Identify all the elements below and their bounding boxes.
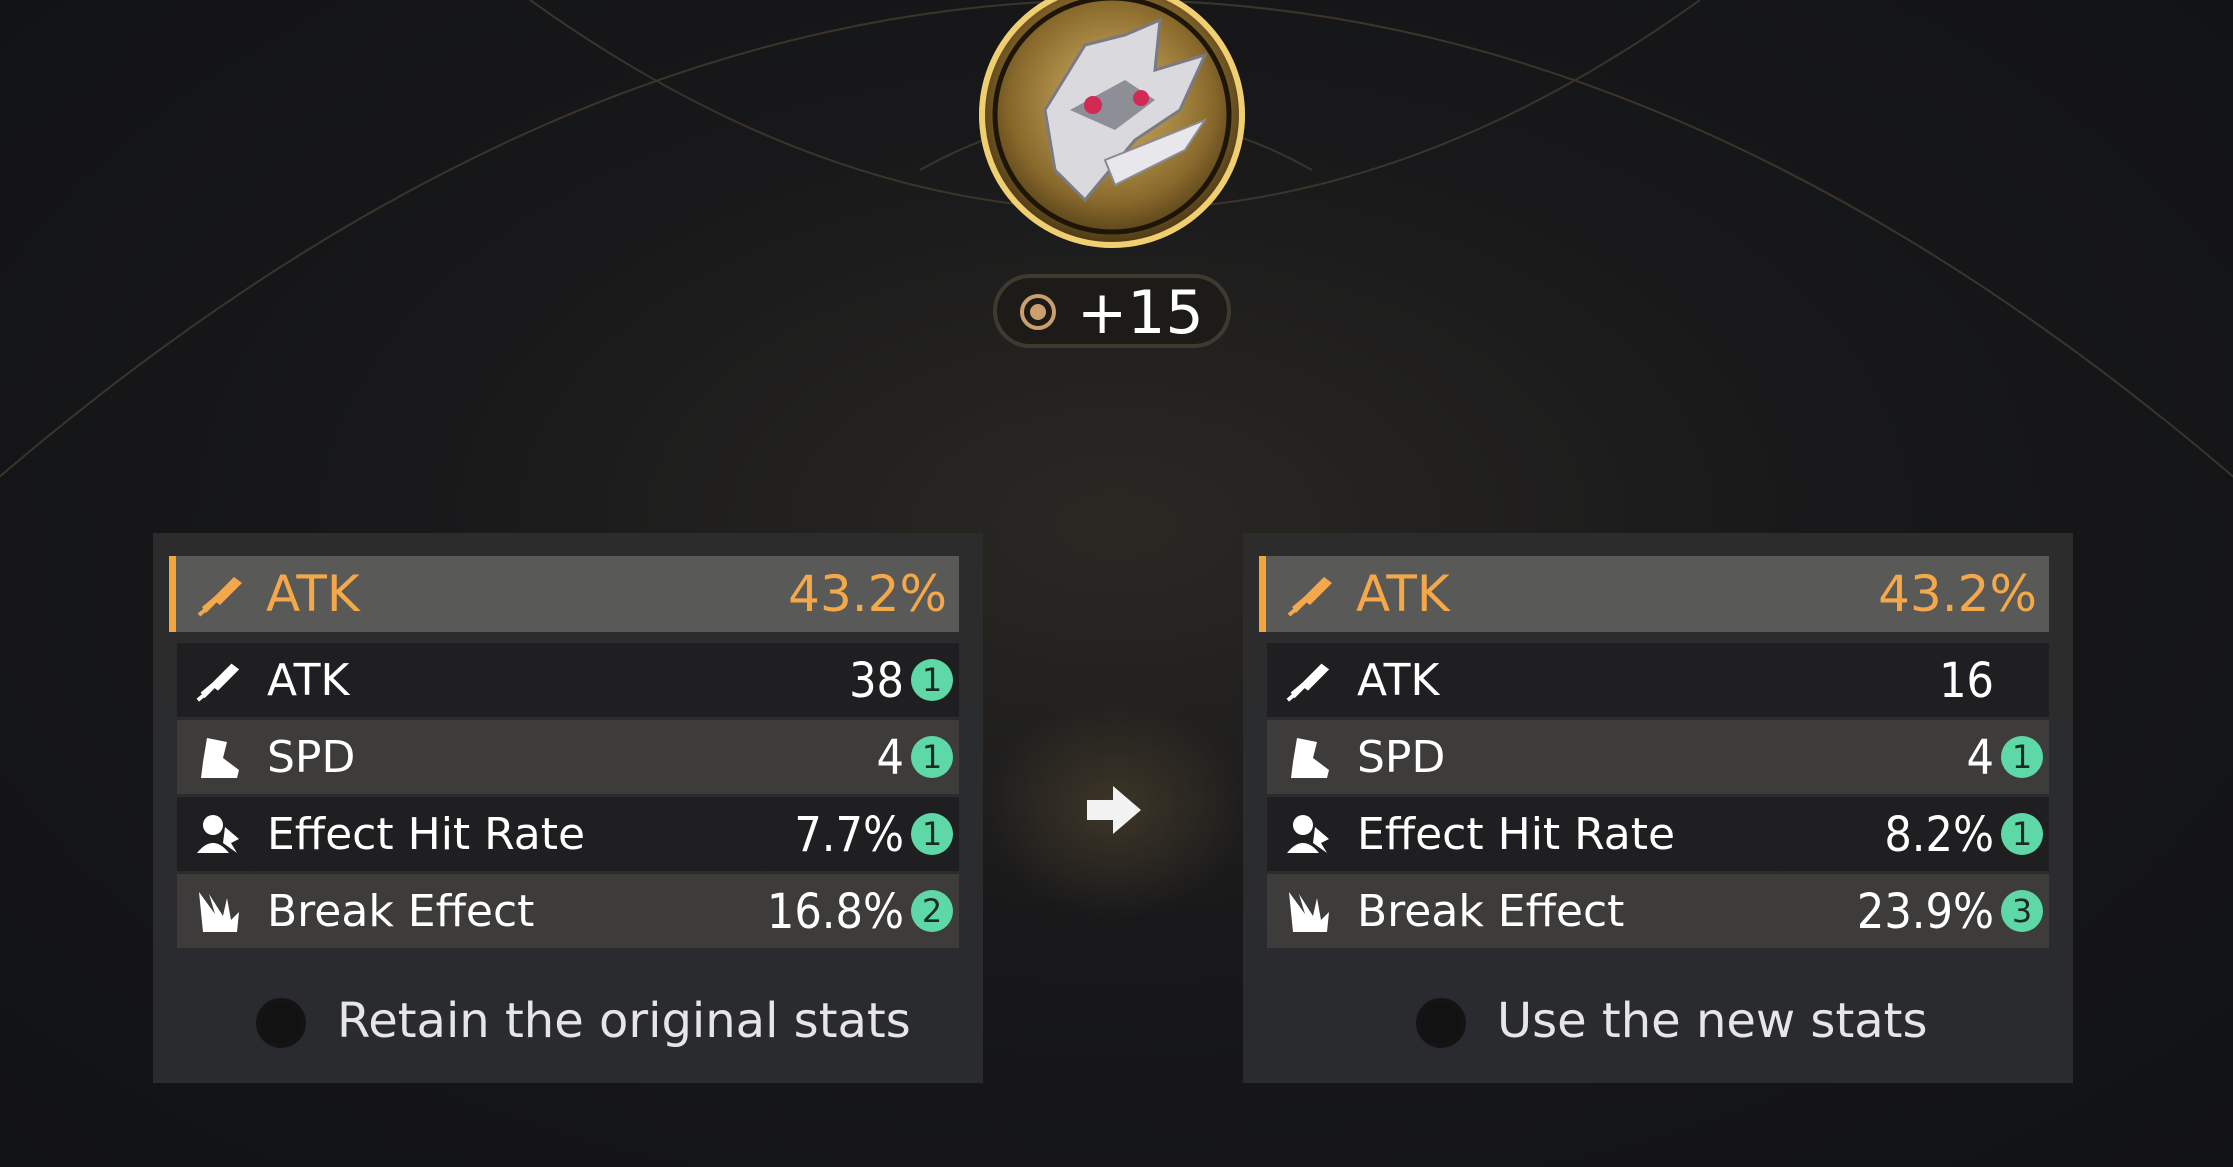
sub-stat-name: Effect Hit Rate — [267, 809, 586, 860]
main-stat-row: ATK 43.2% — [1259, 556, 2049, 632]
sub-stat-row: Break Effect 23.9% 3 — [1267, 874, 2049, 948]
effect-hit-icon — [1287, 815, 1329, 853]
sub-stat-name: SPD — [267, 732, 356, 783]
radio-button[interactable] — [256, 998, 306, 1048]
original-stats-panel[interactable]: ATK 43.2% ATK 38 1 SPD 4 1 Effect Hit Ra… — [153, 533, 983, 1083]
break-icon — [199, 892, 239, 932]
use-new-option[interactable]: Use the new stats — [1243, 983, 2073, 1063]
sub-stat-name: ATK — [1357, 655, 1440, 706]
roll-count-badge: 1 — [2001, 736, 2043, 778]
sub-stat-value: 4 — [1966, 730, 1994, 786]
main-stat-value: 43.2% — [788, 565, 947, 623]
roll-count-badge: 1 — [911, 813, 953, 855]
boot-icon — [201, 738, 239, 778]
arrow-right-icon — [1087, 786, 1141, 834]
sub-stat-value: 4 — [876, 730, 904, 786]
boot-icon — [1291, 738, 1329, 778]
sub-stat-name: ATK — [267, 655, 350, 706]
sword-icon — [1287, 577, 1332, 617]
main-stat-value: 43.2% — [1878, 565, 2037, 623]
main-stat-name: ATK — [266, 565, 360, 623]
sword-icon — [1286, 663, 1330, 702]
sub-stat-value: 16 — [1939, 653, 1994, 709]
sub-stat-value: 38 — [849, 653, 904, 709]
main-stat-row: ATK 43.2% — [169, 556, 959, 632]
new-stats-panel[interactable]: ATK 43.2% ATK 16 SPD 4 1 Effect Hit Rate… — [1243, 533, 2073, 1083]
sub-stat-value: 16.8% — [766, 884, 904, 940]
break-icon — [1289, 892, 1329, 932]
sub-stat-row: Effect Hit Rate 8.2% 1 — [1267, 797, 2049, 871]
option-label[interactable]: Retain the original stats — [337, 993, 911, 1049]
sub-stat-name: Break Effect — [267, 886, 535, 937]
roll-count-badge: 1 — [911, 736, 953, 778]
sword-icon — [196, 663, 240, 702]
effect-hit-icon — [197, 815, 239, 853]
retain-original-option[interactable]: Retain the original stats — [153, 983, 983, 1063]
sub-stat-row: SPD 4 1 — [1267, 720, 2049, 794]
sub-stat-row: SPD 4 1 — [177, 720, 959, 794]
sub-stat-row: ATK 16 — [1267, 643, 2049, 717]
sub-stat-value: 7.7% — [794, 807, 904, 863]
sub-stat-name: Break Effect — [1357, 886, 1625, 937]
main-stat-name: ATK — [1356, 565, 1450, 623]
roll-count-badge: 3 — [2001, 890, 2043, 932]
roll-count-badge: 2 — [911, 890, 953, 932]
radio-button[interactable] — [1416, 998, 1466, 1048]
roll-count-badge: 1 — [2001, 813, 2043, 855]
sub-stat-row: Break Effect 16.8% 2 — [177, 874, 959, 948]
relic-level: +15 — [1077, 278, 1204, 348]
level-ring-icon — [1020, 294, 1056, 330]
roll-count-badge: 1 — [911, 659, 953, 701]
sub-stat-row: ATK 38 1 — [177, 643, 959, 717]
sub-stat-row: Effect Hit Rate 7.7% 1 — [177, 797, 959, 871]
option-label[interactable]: Use the new stats — [1497, 993, 1928, 1049]
relic-image — [975, 0, 1250, 250]
sub-stat-value: 23.9% — [1856, 884, 1994, 940]
relic-level-badge: +15 — [993, 274, 1231, 348]
sub-stat-value: 8.2% — [1884, 807, 1994, 863]
sub-stat-name: Effect Hit Rate — [1357, 809, 1676, 860]
sword-icon — [197, 577, 242, 617]
sub-stat-name: SPD — [1357, 732, 1446, 783]
